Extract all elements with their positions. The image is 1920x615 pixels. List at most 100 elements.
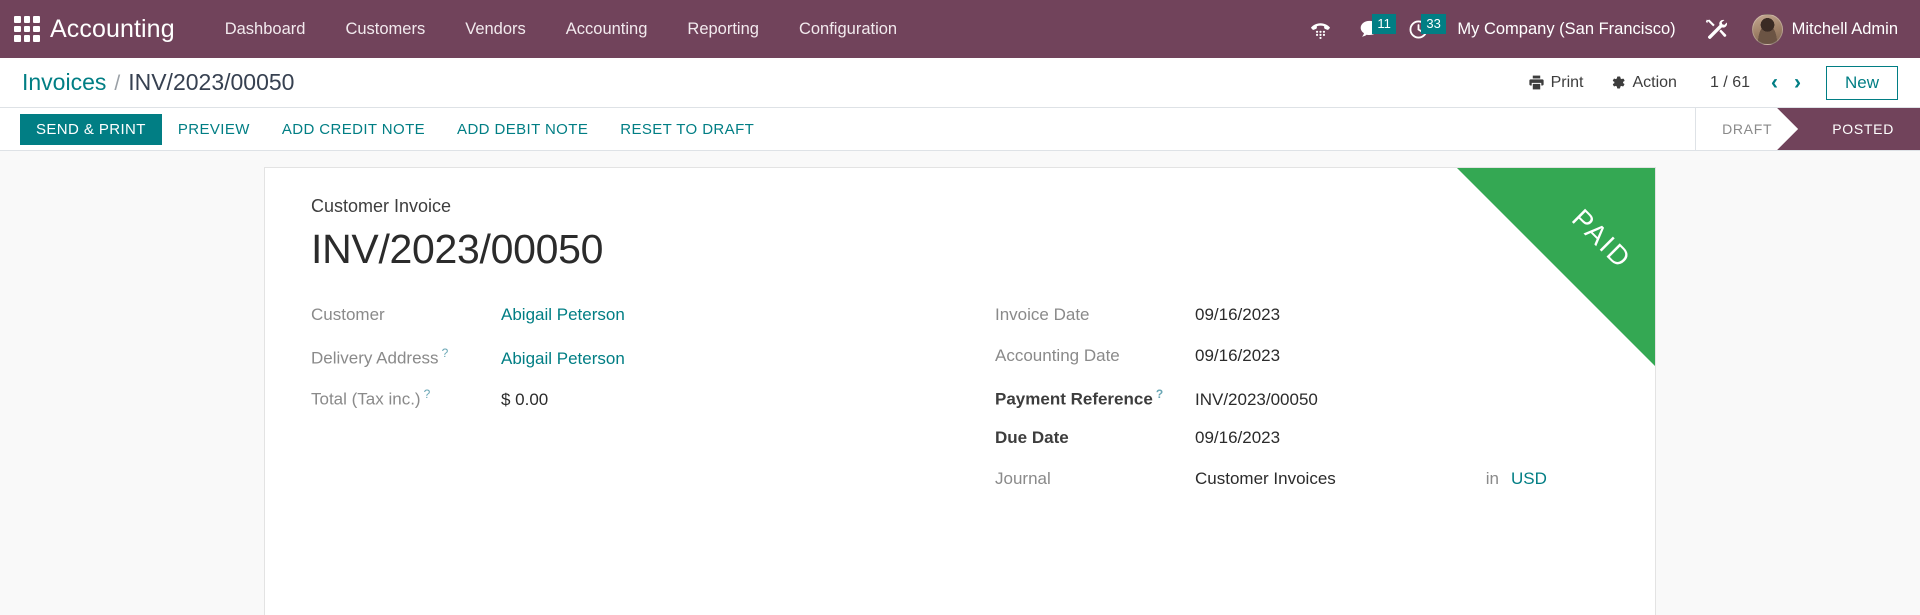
field-journal-label-text: Journal bbox=[995, 469, 1051, 488]
journal-currency-preposition: in bbox=[1485, 469, 1500, 488]
printer-icon bbox=[1528, 74, 1545, 91]
gear-icon bbox=[1609, 74, 1626, 91]
field-invoice-date-label-text: Invoice Date bbox=[995, 305, 1090, 324]
main-menu: Dashboard Customers Vendors Accounting R… bbox=[205, 14, 917, 45]
help-tooltip-icon[interactable]: ? bbox=[424, 387, 431, 401]
field-total-tax-inc-label: Total (Tax inc.)? bbox=[311, 387, 501, 410]
navbar-right-area: 11 33 My Company (San Francisco) Mitchel… bbox=[1296, 10, 1902, 49]
new-record-button[interactable]: New bbox=[1825, 65, 1898, 100]
preview-button[interactable]: PREVIEW bbox=[162, 114, 266, 145]
field-total-tax-inc-label-text: Total (Tax inc.) bbox=[311, 389, 421, 409]
form-statusbar: SEND & PRINT PREVIEW ADD CREDIT NOTE ADD… bbox=[0, 108, 1920, 151]
field-payment-reference-label-text: Payment Reference bbox=[995, 389, 1153, 409]
apps-grid-dot bbox=[33, 25, 40, 33]
user-name-label: Mitchell Admin bbox=[1791, 19, 1898, 38]
field-accounting-date-value[interactable]: 09/16/2023 bbox=[1195, 346, 1280, 366]
apps-grid-icon[interactable] bbox=[10, 12, 44, 46]
field-journal: Journal Customer Invoices in USD bbox=[995, 469, 1609, 510]
field-due-date-label-text: Due Date bbox=[995, 428, 1069, 447]
add-debit-note-button[interactable]: ADD DEBIT NOTE bbox=[441, 114, 604, 145]
breadcrumb-separator: / bbox=[114, 72, 121, 95]
field-journal-value[interactable]: Customer Invoices bbox=[1195, 469, 1336, 489]
field-delivery-address: Delivery Address? Abigail Peterson bbox=[311, 346, 920, 387]
field-total-tax-inc-value: $ 0.00 bbox=[501, 389, 549, 409]
add-credit-note-button[interactable]: ADD CREDIT NOTE bbox=[266, 114, 441, 145]
field-delivery-address-label: Delivery Address? bbox=[311, 346, 501, 369]
field-accounting-date-label: Accounting Date bbox=[995, 346, 1195, 366]
invoice-form-sheet: PAID Customer Invoice INV/2023/00050 Cus… bbox=[264, 167, 1656, 615]
document-type-label: Customer Invoice bbox=[311, 196, 452, 216]
apps-grid-dot bbox=[14, 35, 21, 42]
user-menu[interactable]: Mitchell Admin bbox=[1742, 10, 1902, 49]
send-and-print-button[interactable]: SEND & PRINT bbox=[20, 113, 162, 145]
field-total-tax-inc: Total (Tax inc.)? $ 0.00 bbox=[311, 387, 920, 428]
field-invoice-date-value[interactable]: 09/16/2023 bbox=[1195, 305, 1280, 325]
messages-button[interactable]: 11 bbox=[1345, 13, 1396, 45]
form-column-left: Customer Abigail Peterson Delivery Addre… bbox=[311, 305, 960, 510]
menu-item-reporting[interactable]: Reporting bbox=[667, 14, 779, 45]
print-label: Print bbox=[1550, 73, 1584, 91]
apps-grid-dot bbox=[23, 35, 31, 42]
menu-item-accounting[interactable]: Accounting bbox=[546, 14, 668, 45]
field-invoice-date: Invoice Date 09/16/2023 bbox=[995, 305, 1609, 346]
activities-count-badge: 33 bbox=[1421, 13, 1446, 34]
menu-item-customers[interactable]: Customers bbox=[325, 14, 445, 45]
action-menu-button[interactable]: Action bbox=[1596, 69, 1689, 97]
activities-button[interactable]: 33 bbox=[1394, 13, 1446, 45]
field-due-date: Due Date 09/16/2023 bbox=[995, 428, 1609, 469]
field-customer-label: Customer bbox=[311, 305, 501, 325]
field-currency-value[interactable]: USD bbox=[1511, 469, 1547, 489]
breadcrumb-invoices-link[interactable]: Invoices bbox=[22, 69, 106, 96]
field-invoice-date-label: Invoice Date bbox=[995, 305, 1195, 325]
phone-dialpad-icon bbox=[1309, 18, 1332, 41]
print-button[interactable]: Print bbox=[1515, 69, 1597, 97]
field-due-date-label: Due Date bbox=[995, 428, 1195, 448]
form-column-right: Invoice Date 09/16/2023 Accounting Date … bbox=[960, 305, 1609, 510]
top-navbar: Accounting Dashboard Customers Vendors A… bbox=[0, 0, 1920, 58]
menu-item-dashboard[interactable]: Dashboard bbox=[205, 14, 326, 45]
breadcrumb-current-record: INV/2023/00050 bbox=[128, 69, 295, 95]
control-panel-actions: Print Action 1 / 61 ‹ › New bbox=[1515, 65, 1898, 100]
field-delivery-address-label-text: Delivery Address bbox=[311, 348, 439, 368]
field-customer-value[interactable]: Abigail Peterson bbox=[501, 305, 625, 325]
voip-button[interactable] bbox=[1296, 14, 1345, 45]
pager-counter: 1 / 61 bbox=[1709, 73, 1750, 91]
reset-to-draft-button[interactable]: RESET TO DRAFT bbox=[604, 114, 770, 145]
form-columns: Customer Abigail Peterson Delivery Addre… bbox=[311, 305, 1609, 510]
apps-grid-dot bbox=[23, 16, 31, 23]
field-customer: Customer Abigail Peterson bbox=[311, 305, 920, 346]
developer-tools-button[interactable] bbox=[1690, 13, 1742, 45]
field-delivery-address-value[interactable]: Abigail Peterson bbox=[501, 349, 625, 369]
chevron-left-icon[interactable]: ‹ bbox=[1764, 72, 1785, 93]
help-tooltip-icon[interactable]: ? bbox=[1156, 387, 1163, 401]
menu-item-vendors[interactable]: Vendors bbox=[445, 14, 546, 45]
field-customer-label-text: Customer bbox=[311, 305, 385, 324]
control-panel: Invoices / INV/2023/00050 Print Action 1… bbox=[0, 58, 1920, 108]
statusbar-buttons: SEND & PRINT PREVIEW ADD CREDIT NOTE ADD… bbox=[20, 108, 770, 150]
apps-grid-dot bbox=[33, 35, 40, 42]
app-brand-accounting[interactable]: Accounting bbox=[50, 15, 175, 44]
tools-icon bbox=[1704, 17, 1728, 41]
statusbar-stages: DRAFT POSTED bbox=[1695, 108, 1920, 150]
apps-grid-dot bbox=[14, 25, 21, 33]
breadcrumb: Invoices / INV/2023/00050 bbox=[22, 69, 294, 96]
avatar bbox=[1751, 13, 1783, 45]
field-payment-reference-label: Payment Reference? bbox=[995, 387, 1195, 410]
chevron-right-icon[interactable]: › bbox=[1787, 72, 1808, 93]
apps-grid-dot bbox=[33, 16, 40, 23]
apps-grid-dot bbox=[23, 25, 31, 33]
record-pager: 1 / 61 ‹ › bbox=[1706, 72, 1808, 93]
field-accounting-date-label-text: Accounting Date bbox=[995, 346, 1120, 365]
page-title: INV/2023/00050 bbox=[311, 226, 604, 272]
form-sheet-background: PAID Customer Invoice INV/2023/00050 Cus… bbox=[0, 151, 1920, 615]
company-switcher[interactable]: My Company (San Francisco) bbox=[1443, 14, 1689, 45]
field-payment-reference-value[interactable]: INV/2023/00050 bbox=[1195, 390, 1318, 410]
stage-posted[interactable]: POSTED bbox=[1777, 108, 1920, 150]
menu-item-configuration[interactable]: Configuration bbox=[779, 14, 917, 45]
messages-count-badge: 11 bbox=[1372, 13, 1396, 34]
field-due-date-value[interactable]: 09/16/2023 bbox=[1195, 428, 1280, 448]
field-payment-reference: Payment Reference? INV/2023/00050 bbox=[995, 387, 1609, 428]
field-journal-label: Journal bbox=[995, 469, 1195, 489]
help-tooltip-icon[interactable]: ? bbox=[442, 346, 449, 360]
field-accounting-date: Accounting Date 09/16/2023 bbox=[995, 346, 1609, 387]
